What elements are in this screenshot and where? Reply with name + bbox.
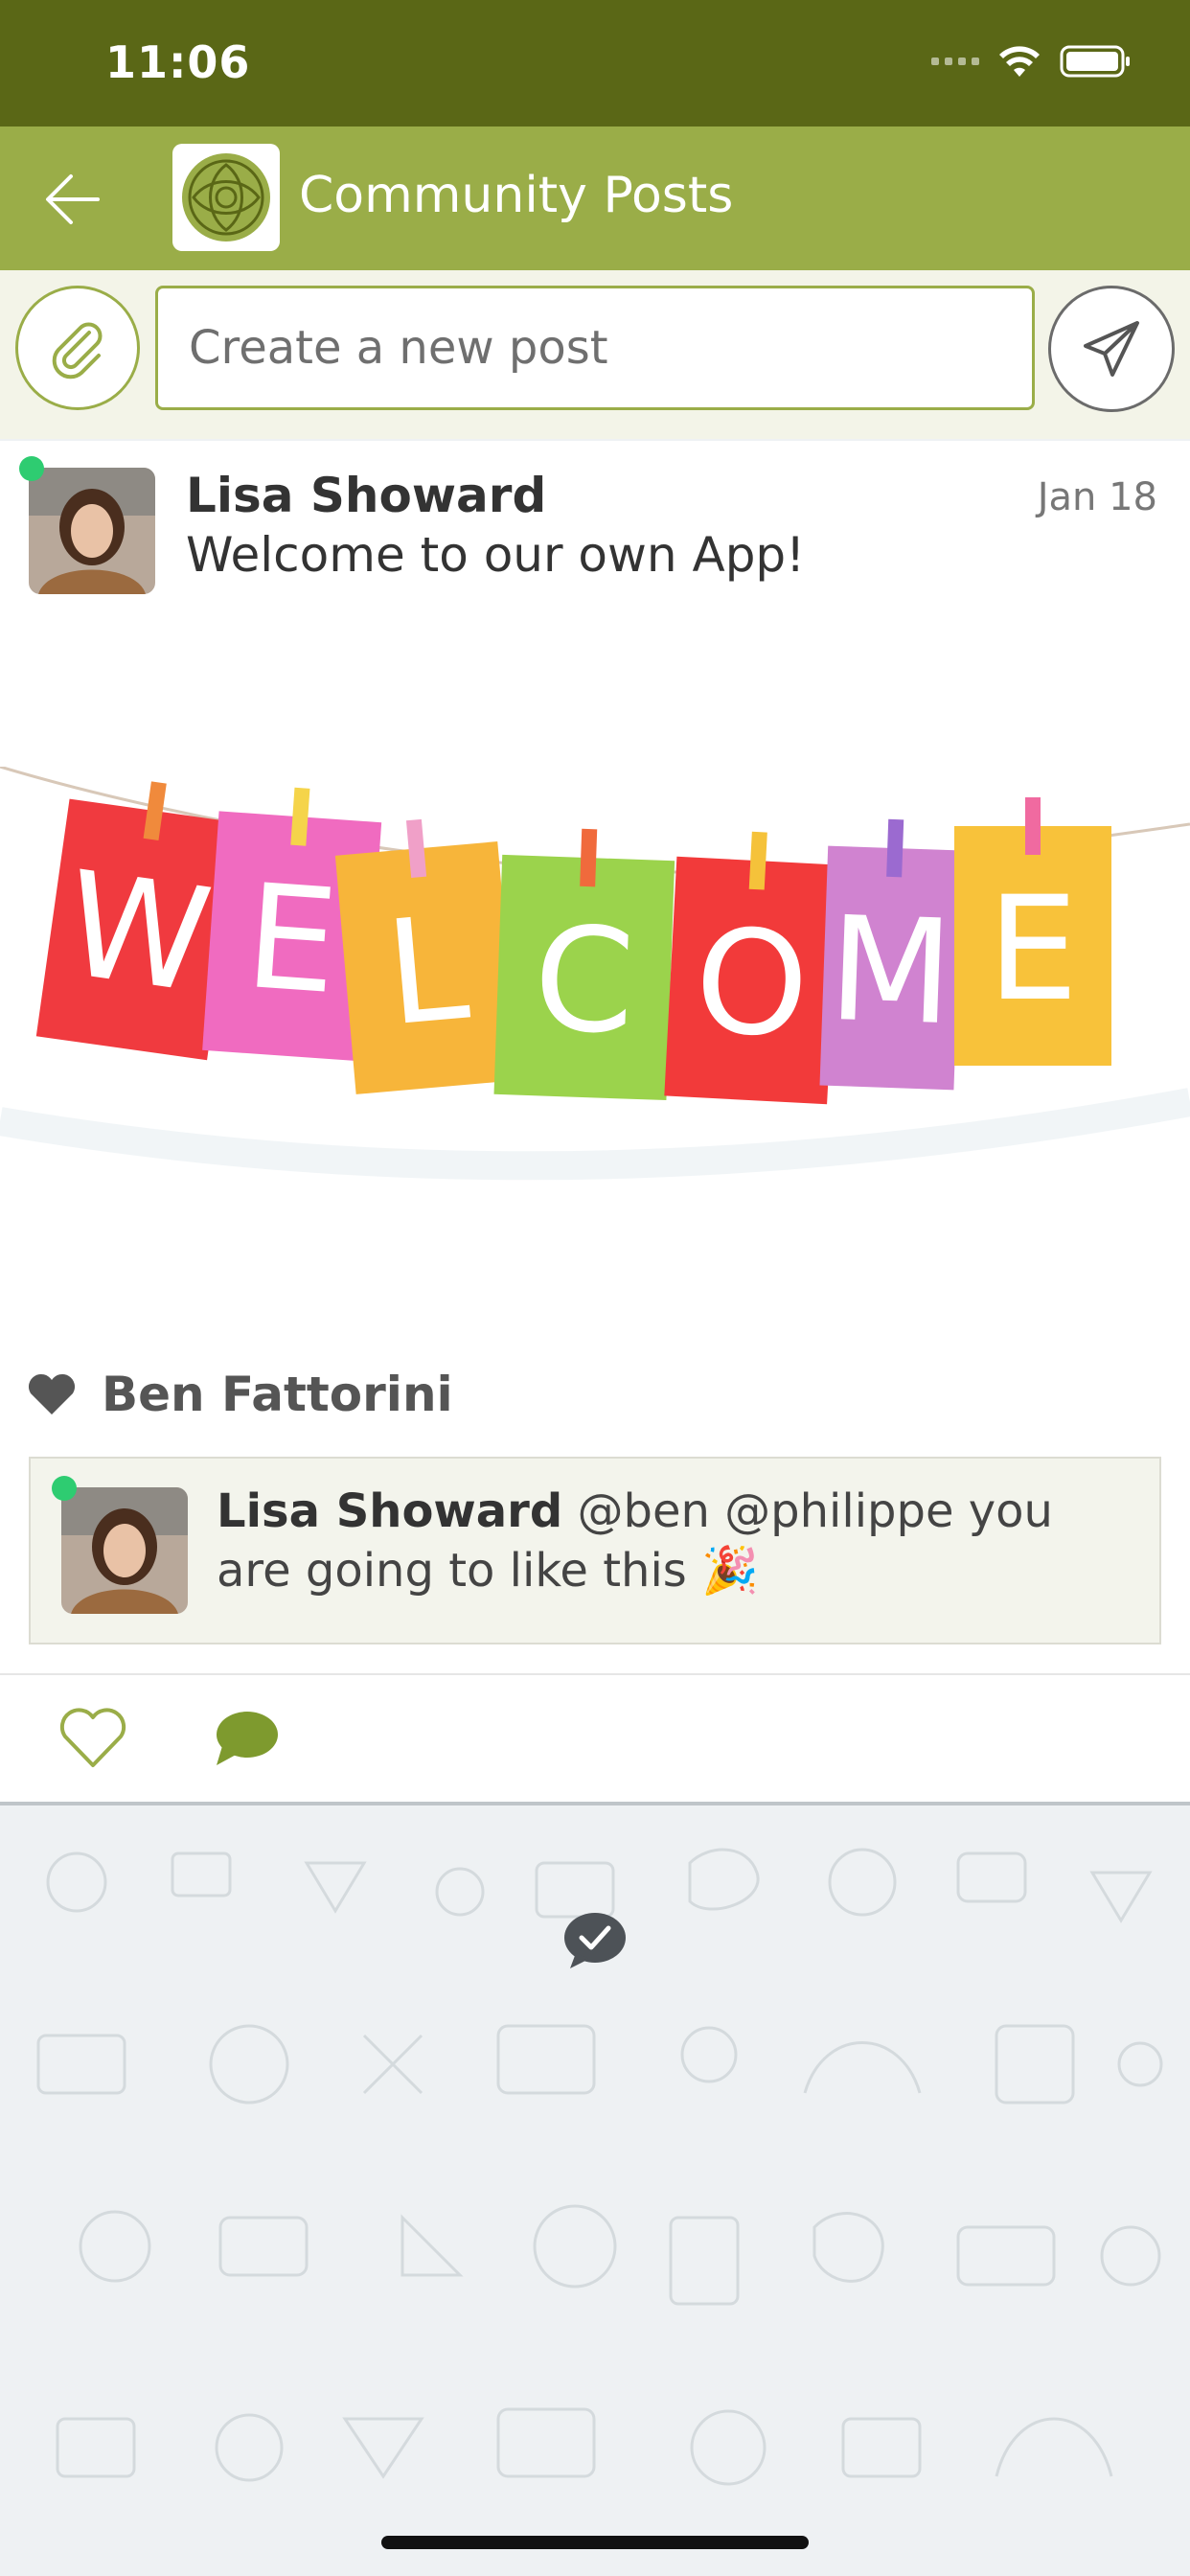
online-indicator bbox=[52, 1476, 77, 1501]
back-arrow-icon[interactable] bbox=[42, 169, 103, 230]
battery-icon bbox=[1060, 44, 1133, 79]
comment: Lisa Showard @ben @philippe you are goin… bbox=[29, 1457, 1161, 1644]
comment-author[interactable]: Lisa Showard bbox=[217, 1484, 562, 1538]
welcome-banner-image: W E L C O M E bbox=[0, 767, 1190, 1181]
likes-row: Ben Fattorini bbox=[27, 1361, 453, 1428]
banner-letter: L bbox=[380, 886, 474, 1059]
author-avatar[interactable] bbox=[29, 468, 155, 594]
banner-letter: E bbox=[240, 854, 343, 1026]
heart-filled-icon bbox=[28, 1373, 76, 1414]
speech-bubble-icon bbox=[217, 1712, 278, 1765]
post-author[interactable]: Lisa Showard bbox=[186, 468, 546, 523]
heart-outline-icon bbox=[59, 1708, 126, 1767]
liked-by-name[interactable]: Ben Fattorini bbox=[102, 1367, 453, 1422]
post-text: Welcome to our own App! bbox=[186, 527, 806, 583]
feed-end-icon bbox=[562, 1911, 628, 1970]
banner-letter: C bbox=[531, 896, 637, 1067]
banner-letter: E bbox=[988, 866, 1079, 1033]
wifi-icon bbox=[996, 44, 1042, 79]
paperclip-icon bbox=[52, 322, 103, 380]
send-button[interactable] bbox=[1048, 286, 1175, 412]
nav-bar: Community Posts bbox=[0, 126, 1190, 270]
post-composer: Create a new post bbox=[0, 270, 1190, 439]
home-indicator[interactable] bbox=[381, 2536, 809, 2549]
comment-content: Lisa Showard @ben @philippe you are goin… bbox=[217, 1482, 1117, 1600]
new-post-input[interactable]: Create a new post bbox=[155, 286, 1035, 410]
post-date: Jan 18 bbox=[1037, 475, 1157, 519]
post-actions bbox=[0, 1679, 1190, 1802]
online-indicator bbox=[19, 456, 44, 481]
like-button[interactable] bbox=[57, 1704, 128, 1771]
banner-letter: W bbox=[56, 840, 219, 1025]
status-icons bbox=[931, 44, 1133, 79]
comment-button[interactable] bbox=[211, 1704, 282, 1771]
page-title: Community Posts bbox=[299, 167, 734, 224]
divider bbox=[0, 1673, 1190, 1675]
banner-letter: O bbox=[691, 898, 812, 1070]
cellular-signal-icon bbox=[931, 58, 979, 65]
status-time: 11:06 bbox=[105, 36, 251, 88]
attach-button[interactable] bbox=[15, 286, 140, 410]
community-logo bbox=[172, 144, 280, 251]
banner-letter: M bbox=[826, 886, 955, 1057]
comment-author-avatar[interactable] bbox=[61, 1487, 188, 1614]
send-icon bbox=[1084, 321, 1139, 377]
post-card: Lisa Showard Jan 18 Welcome to our own A… bbox=[0, 441, 1190, 1806]
status-bar: 11:06 bbox=[0, 0, 1190, 126]
